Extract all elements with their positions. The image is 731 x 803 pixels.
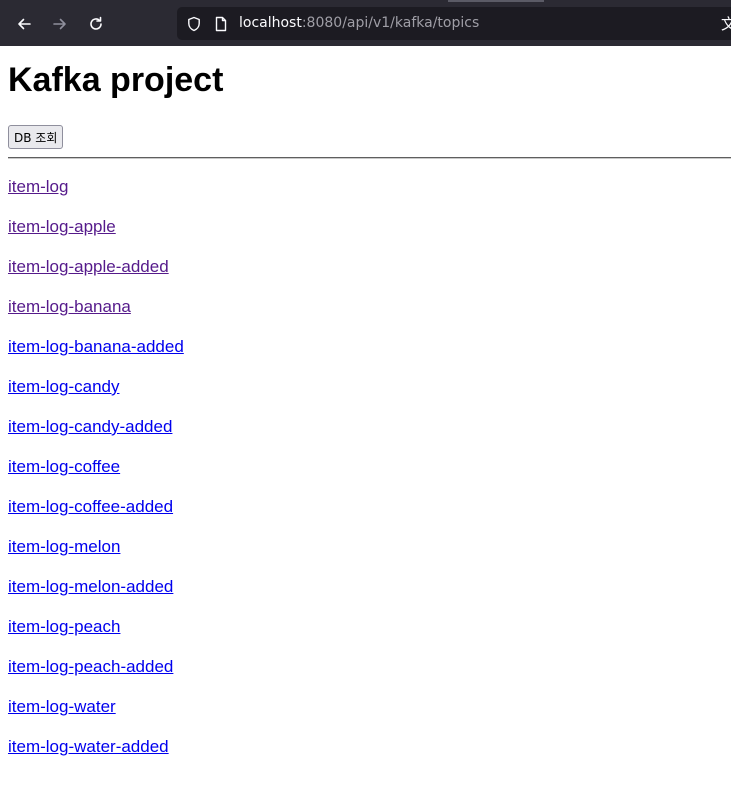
forward-button[interactable]: [46, 10, 74, 38]
list-item: item-log-water-added: [8, 737, 184, 777]
url-text[interactable]: localhost:8080/api/v1/kafka/topics: [239, 14, 479, 33]
list-item: item-log-melon-added: [8, 577, 184, 617]
topic-link[interactable]: item-log-water: [8, 697, 116, 716]
db-query-button[interactable]: DB 조회: [8, 125, 64, 149]
translate-icon[interactable]: 文: [721, 13, 731, 34]
topic-link[interactable]: item-log-apple-added: [8, 257, 169, 276]
list-item: item-log-coffee-added: [8, 497, 184, 537]
topic-link[interactable]: item-log-banana-added: [8, 337, 184, 356]
topic-link[interactable]: item-log: [8, 177, 68, 196]
browser-toolbar: localhost:8080/api/v1/kafka/topics 文: [0, 0, 731, 46]
list-item: item-log-peach: [8, 617, 184, 657]
topic-link[interactable]: item-log-coffee-added: [8, 497, 173, 516]
reload-icon: [88, 16, 104, 32]
list-item: item-log-peach-added: [8, 657, 184, 697]
page-icon[interactable]: [213, 16, 229, 32]
topic-link[interactable]: item-log-coffee: [8, 457, 120, 476]
arrow-left-icon: [16, 16, 32, 32]
url-path: :8080/api/v1/kafka/topics: [301, 15, 480, 31]
list-item: item-log: [8, 177, 184, 217]
page-title: Kafka project: [8, 61, 224, 99]
tab-strip-indicator: [448, 0, 544, 2]
address-bar[interactable]: localhost:8080/api/v1/kafka/topics 文: [177, 7, 731, 40]
list-item: item-log-water: [8, 697, 184, 737]
topic-link[interactable]: item-log-peach-added: [8, 657, 173, 676]
topic-list: item-log item-log-apple item-log-apple-add…: [8, 177, 184, 777]
topic-link[interactable]: item-log-peach: [8, 617, 120, 636]
shield-icon[interactable]: [186, 16, 202, 32]
divider: [8, 157, 731, 159]
topic-link[interactable]: item-log-candy-added: [8, 417, 172, 436]
topic-link[interactable]: item-log-melon: [8, 537, 120, 556]
reload-button[interactable]: [82, 10, 110, 38]
list-item: item-log-melon: [8, 537, 184, 577]
list-item: item-log-apple-added: [8, 257, 184, 297]
topic-link[interactable]: item-log-melon-added: [8, 577, 173, 596]
list-item: item-log-candy: [8, 377, 184, 417]
list-item: item-log-coffee: [8, 457, 184, 497]
topic-link[interactable]: item-log-candy: [8, 377, 120, 396]
list-item: item-log-banana: [8, 297, 184, 337]
topic-link[interactable]: item-log-water-added: [8, 737, 169, 756]
page-content: Kafka project DB 조회 item-log item-log-app…: [0, 46, 731, 803]
list-item: item-log-apple: [8, 217, 184, 257]
list-item: item-log-candy-added: [8, 417, 184, 457]
url-host: localhost: [239, 15, 302, 31]
list-item: item-log-banana-added: [8, 337, 184, 377]
topic-link[interactable]: item-log-apple: [8, 217, 116, 236]
topic-link[interactable]: item-log-banana: [8, 297, 131, 316]
back-button[interactable]: [10, 10, 38, 38]
arrow-right-icon: [52, 16, 68, 32]
